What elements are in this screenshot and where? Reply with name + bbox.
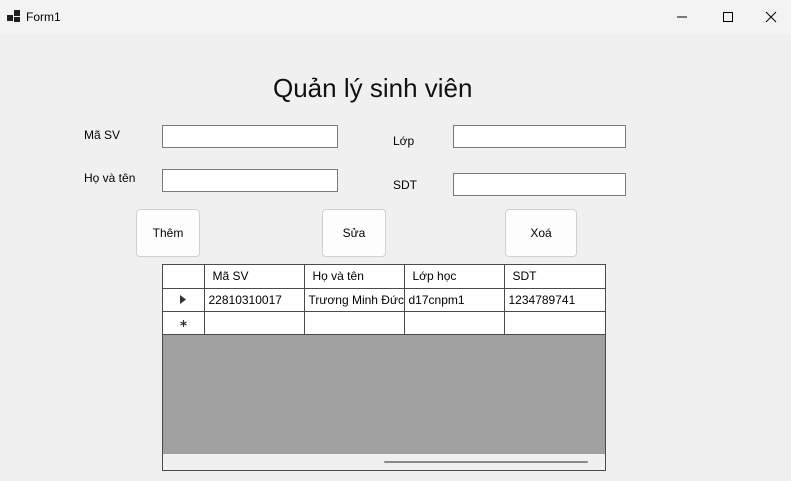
delete-button[interactable]: Xoá xyxy=(505,209,577,257)
new-cell-ho-ten[interactable] xyxy=(303,310,405,335)
column-header-ma-sv[interactable]: Mã SV xyxy=(203,265,305,289)
ma-sv-input[interactable] xyxy=(162,125,338,148)
main-window: Form1 Quản lý sinh viên Mã SV Họ và tên … xyxy=(0,0,791,481)
add-button[interactable]: Thêm xyxy=(136,209,200,257)
lop-label: Lớp xyxy=(393,134,415,148)
cell-sdt[interactable]: 1234789741 xyxy=(503,287,605,312)
row-header[interactable] xyxy=(163,287,205,312)
grid-corner-header[interactable] xyxy=(163,265,205,289)
scrollbar-thumb[interactable] xyxy=(384,461,588,463)
form-heading: Quản lý sinh viên xyxy=(273,73,473,103)
new-cell-sdt[interactable] xyxy=(503,310,605,335)
column-header-lop-hoc[interactable]: Lớp học xyxy=(403,265,505,289)
ma-sv-label: Mã SV xyxy=(84,128,121,142)
minimize-button[interactable] xyxy=(659,0,705,34)
title-bar[interactable]: Form1 xyxy=(0,0,791,34)
column-header-sdt[interactable]: SDT xyxy=(503,265,605,289)
sdt-label: SDT xyxy=(393,178,417,192)
lop-input[interactable] xyxy=(453,125,626,148)
grid-header-row: Mã SV Họ và tên Lớp học SDT xyxy=(163,265,605,289)
cell-ma-sv[interactable]: 22810310017 xyxy=(203,287,305,312)
close-icon xyxy=(765,11,777,23)
minimize-icon xyxy=(676,11,688,23)
new-row-asterisk-icon xyxy=(179,316,187,330)
new-cell-lop-hoc[interactable] xyxy=(403,310,505,335)
sdt-input[interactable] xyxy=(453,173,626,196)
new-row[interactable] xyxy=(163,310,605,335)
table-row[interactable]: 22810310017 Trương Minh Đức d17cnpm1 123… xyxy=(163,287,605,312)
close-button[interactable] xyxy=(751,0,791,34)
maximize-icon xyxy=(722,11,734,23)
ho-ten-input[interactable] xyxy=(162,169,338,192)
grid-table: Mã SV Họ và tên Lớp học SDT 22810310017 … xyxy=(163,265,605,335)
new-cell-ma-sv[interactable] xyxy=(203,310,305,335)
app-icon xyxy=(7,10,20,22)
current-row-arrow-icon xyxy=(180,293,187,307)
cell-ho-ten[interactable]: Trương Minh Đức xyxy=(303,287,405,312)
edit-button[interactable]: Sửa xyxy=(322,209,386,257)
ho-ten-label: Họ và tên xyxy=(84,171,136,185)
new-row-header[interactable] xyxy=(163,310,205,335)
column-header-ho-ten[interactable]: Họ và tên xyxy=(303,265,405,289)
students-grid[interactable]: Mã SV Họ và tên Lớp học SDT 22810310017 … xyxy=(162,264,606,471)
window-title: Form1 xyxy=(26,10,61,24)
horizontal-scrollbar[interactable] xyxy=(163,454,605,470)
maximize-button[interactable] xyxy=(705,0,751,34)
cell-lop-hoc[interactable]: d17cnpm1 xyxy=(403,287,505,312)
